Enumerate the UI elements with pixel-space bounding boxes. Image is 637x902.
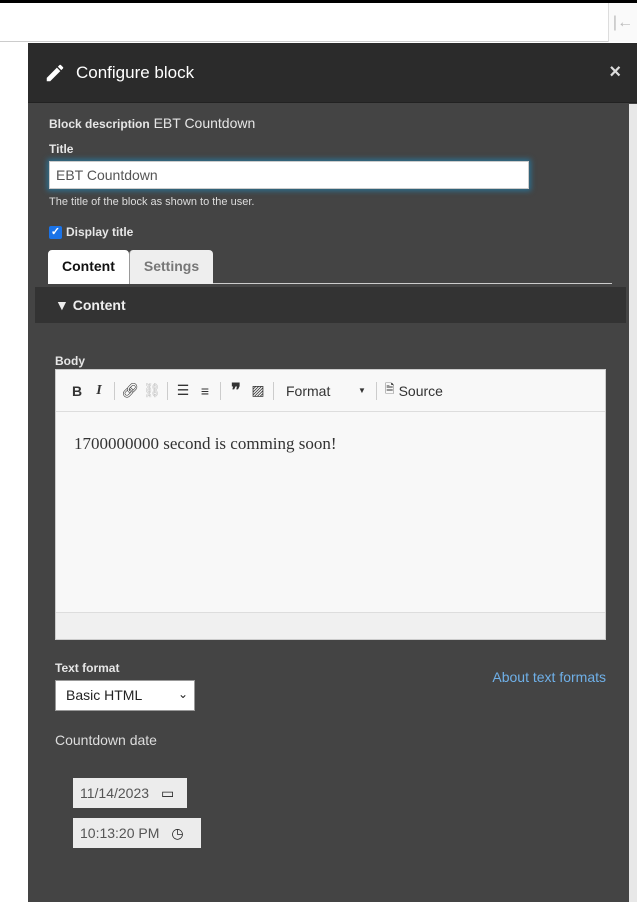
content-section-toggle[interactable]: ▼ Content xyxy=(35,287,626,323)
countdown-date-label: Countdown date xyxy=(55,732,157,748)
block-description-label: Block description xyxy=(49,117,150,131)
link-icon[interactable]: 🔗︎ xyxy=(119,382,141,399)
numbered-list-icon[interactable]: ≡ xyxy=(194,383,216,399)
date-value: 11/14/2023 xyxy=(80,785,150,801)
block-description: Block description EBT Countdown xyxy=(49,115,255,131)
separator xyxy=(167,381,168,400)
scrollbar[interactable] xyxy=(629,104,637,902)
configure-block-dialog: Configure block × Block description EBT … xyxy=(28,43,637,902)
about-text-formats-link[interactable]: About text formats xyxy=(492,669,606,685)
tab-content[interactable]: Content xyxy=(48,250,129,284)
separator xyxy=(220,381,221,400)
format-dropdown[interactable]: Format xyxy=(278,383,358,399)
editor-content[interactable]: 1700000000 second is comming soon! xyxy=(56,412,605,612)
source-button[interactable]: Source xyxy=(399,383,443,399)
image-icon[interactable]: ▨ xyxy=(247,382,269,399)
title-description: The title of the block as shown to the u… xyxy=(49,196,255,208)
text-format-select[interactable]: Basic HTML ⌄ xyxy=(55,680,195,711)
dialog-title: Configure block xyxy=(76,62,195,82)
text-format-value: Basic HTML xyxy=(66,687,143,703)
source-icon: 🗎 xyxy=(384,382,395,396)
italic-button[interactable]: I xyxy=(88,383,110,399)
date-input[interactable]: 11/14/2023 ▭ xyxy=(73,778,187,808)
tabs: Content Settings xyxy=(48,250,612,284)
title-input[interactable]: EBT Countdown xyxy=(49,161,529,189)
body-label: Body xyxy=(55,354,85,368)
body-editor: B I 🔗︎ ⛓︎ ☰ ≡ ❞ ▨ Format ▼ 🗎 Source 1700… xyxy=(55,369,606,640)
chevron-down-icon: ▼ xyxy=(358,386,366,395)
clock-icon[interactable]: ◷ xyxy=(171,825,183,842)
close-icon[interactable]: × xyxy=(609,61,621,84)
blockquote-icon[interactable]: ❞ xyxy=(225,380,247,401)
toolbar-area xyxy=(0,3,637,42)
separator xyxy=(114,381,115,400)
separator xyxy=(375,381,377,400)
dialog-header: Configure block × xyxy=(28,43,637,103)
editor-toolbar: B I 🔗︎ ⛓︎ ☰ ≡ ❞ ▨ Format ▼ 🗎 Source xyxy=(56,370,605,412)
time-value: 10:13:20 PM xyxy=(80,825,160,841)
chevron-down-icon: ⌄ xyxy=(177,687,188,701)
display-title-checkbox[interactable]: ✓ Display title xyxy=(49,225,133,239)
pencil-icon xyxy=(46,64,64,81)
display-title-label: Display title xyxy=(66,225,134,239)
title-label: Title xyxy=(49,142,74,156)
bold-button[interactable]: B xyxy=(66,383,88,399)
collapse-sidebar-icon[interactable]: |← xyxy=(608,3,637,42)
editor-statusbar xyxy=(56,612,605,639)
time-input[interactable]: 10:13:20 PM ◷ xyxy=(73,818,201,848)
block-description-value: EBT Countdown xyxy=(153,115,256,131)
bulleted-list-icon[interactable]: ☰ xyxy=(172,382,194,399)
text-format-label: Text format xyxy=(55,661,120,675)
checkmark-icon[interactable]: ✓ xyxy=(49,225,62,239)
separator xyxy=(273,381,274,400)
calendar-icon[interactable]: ▭ xyxy=(161,785,174,802)
tab-settings[interactable]: Settings xyxy=(128,250,214,284)
unlink-icon[interactable]: ⛓︎ xyxy=(141,382,163,399)
